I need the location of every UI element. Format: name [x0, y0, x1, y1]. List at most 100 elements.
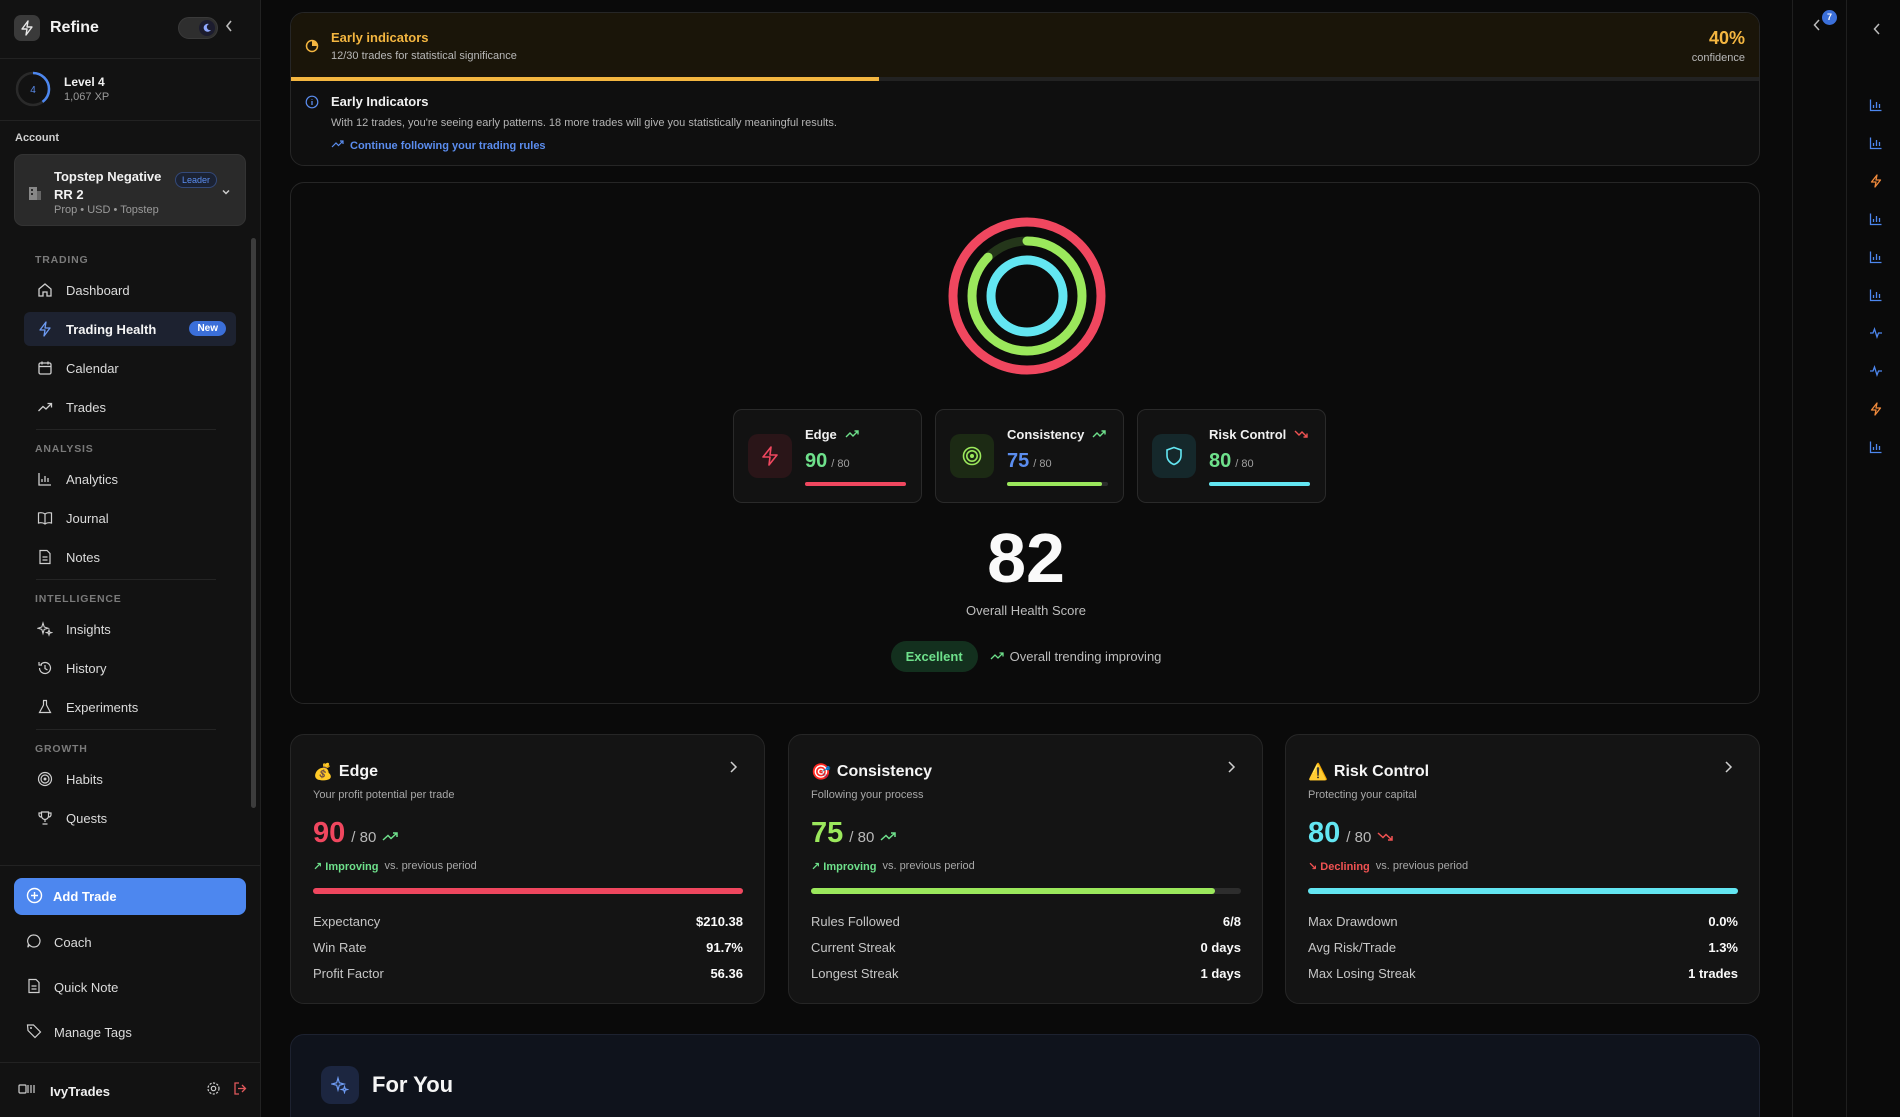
level-indicator[interactable]: 4 Level 4 1,067 XP: [14, 70, 109, 108]
overall-score-label: Overall Health Score: [966, 603, 1086, 618]
activity-icon[interactable]: [1865, 314, 1887, 352]
bar-chart-icon[interactable]: [1865, 428, 1887, 466]
stat-label: Profit Factor: [313, 966, 384, 981]
nav-item-notes[interactable]: Notes: [24, 540, 236, 574]
manage-tags-button[interactable]: Manage Tags: [26, 1023, 132, 1042]
metric-value: 80/ 80: [1209, 450, 1254, 473]
shield-icon: [1152, 434, 1196, 478]
confidence-label: confidence: [1691, 52, 1745, 64]
info-title: Early Indicators: [331, 94, 429, 109]
bolt-icon[interactable]: [1865, 390, 1887, 428]
activity-icon[interactable]: [1865, 352, 1887, 390]
nav-label: History: [66, 660, 107, 676]
confidence-value: 40%: [1708, 28, 1745, 48]
settings-gear-icon[interactable]: [206, 1081, 221, 1101]
bolt-icon: [36, 320, 54, 338]
chevron-right-icon[interactable]: [728, 760, 738, 779]
target-icon: [36, 770, 54, 788]
stat-value: $210.38: [696, 914, 743, 929]
chevron-right-icon[interactable]: [1723, 760, 1733, 779]
bar-chart-icon[interactable]: [1865, 124, 1887, 162]
stat-label: Expectancy: [313, 914, 381, 929]
nav-label: Experiments: [66, 699, 139, 715]
collapse-sidebar-icon[interactable]: [224, 18, 238, 38]
bar-chart-icon[interactable]: [1865, 86, 1887, 124]
collapse-rail-chevron-icon[interactable]: [1872, 22, 1882, 41]
nav-section-growth: GROWTH: [35, 743, 88, 755]
stat-row: Max Losing Streak 1 trades: [1308, 966, 1738, 992]
add-trade-button[interactable]: Add Trade: [14, 878, 246, 915]
level-ring: 4: [15, 71, 51, 107]
nav-item-quests[interactable]: Quests: [24, 801, 236, 835]
brand[interactable]: Refine: [14, 15, 99, 41]
user-switch-icon[interactable]: [18, 1082, 36, 1101]
bar-chart-icon[interactable]: [1865, 200, 1887, 238]
stat-value: 1 days: [1200, 966, 1241, 981]
pie-chart-icon: [305, 39, 319, 58]
metric-name: Edge: [805, 427, 859, 442]
for-you-title: For You: [372, 1072, 454, 1097]
metric-edge[interactable]: Edge 90/ 80: [733, 409, 922, 503]
detail-title: 🎯 Consistency: [811, 762, 932, 782]
theme-toggle[interactable]: [178, 17, 218, 39]
continue-rules-link[interactable]: Continue following your trading rules: [331, 139, 546, 152]
quick-note-button[interactable]: Quick Note: [26, 978, 118, 997]
chevron-right-icon[interactable]: [1226, 760, 1236, 779]
coach-button[interactable]: Coach: [26, 933, 92, 952]
logout-icon[interactable]: [233, 1081, 248, 1101]
metric-risk-control[interactable]: Risk Control 80/ 80: [1137, 409, 1326, 503]
bar-chart-icon[interactable]: [1865, 238, 1887, 276]
overall-trend: Overall trending improving: [990, 649, 1161, 664]
bolt-icon[interactable]: [1865, 162, 1887, 200]
stat-value: 1 trades: [1688, 966, 1738, 981]
detail-card-consistency[interactable]: 🎯 Consistency Following your process 75 /…: [788, 734, 1263, 1004]
stat-row: Max Drawdown 0.0%: [1308, 914, 1738, 940]
detail-title-text: Consistency: [836, 763, 933, 780]
metric-consistency[interactable]: Consistency 75/ 80: [935, 409, 1124, 503]
sidebar-scrollbar[interactable]: [251, 238, 256, 808]
nav-label: Dashboard: [66, 282, 130, 298]
nav-item-experiments[interactable]: Experiments: [24, 690, 236, 724]
detail-title: 💰 Edge: [313, 762, 378, 782]
add-trade-label: Add Trade: [53, 889, 117, 904]
indicator-header: [291, 13, 1759, 78]
info-icon: [305, 95, 319, 114]
nav-item-analytics[interactable]: Analytics: [24, 462, 236, 496]
detail-title: ⚠️ Risk Control: [1308, 762, 1429, 782]
trend-up-icon: [1092, 427, 1107, 442]
nav-item-habits[interactable]: Habits: [24, 762, 236, 796]
sidebar: Refine 4 Level 4 1,067 XP Account Topste…: [0, 0, 261, 1117]
metric-name-text: Consistency: [1007, 427, 1085, 442]
expand-panel-chevron-icon[interactable]: [1812, 18, 1822, 37]
metric-bar-fill: [1209, 482, 1310, 486]
plus-circle-icon: [26, 887, 43, 907]
nav-item-trading-health[interactable]: Trading Health New: [24, 312, 236, 346]
level-number: 4: [30, 85, 36, 96]
trend-up-icon: [880, 829, 897, 847]
metric-bar: [1007, 482, 1108, 486]
detail-title-text: Edge: [338, 763, 379, 780]
nav-item-calendar[interactable]: Calendar: [24, 351, 236, 385]
for-you-card: For You: [290, 1034, 1760, 1117]
detail-trend: ↘ Declining vs. previous period: [1308, 860, 1468, 873]
bar-chart-icon[interactable]: [1865, 276, 1887, 314]
nav-item-journal[interactable]: Journal: [24, 501, 236, 535]
info-body: With 12 trades, you're seeing early patt…: [331, 117, 837, 129]
sparkles-icon: [36, 620, 54, 638]
early-indicators-card: Early indicators 12/30 trades for statis…: [290, 12, 1760, 166]
account-selector[interactable]: Topstep Negative RR 2 Leader Prop • USD …: [14, 154, 246, 226]
detail-subtitle: Protecting your capital: [1308, 789, 1417, 801]
nav-item-trades[interactable]: Trades: [24, 390, 236, 424]
level-title: Level 4: [64, 75, 105, 89]
nav-item-dashboard[interactable]: Dashboard: [24, 273, 236, 307]
stat-label: Current Streak: [811, 940, 896, 955]
nav-item-insights[interactable]: Insights: [24, 612, 236, 646]
nav-item-history[interactable]: History: [24, 651, 236, 685]
detail-trend-label: ↗ Improving: [313, 861, 379, 873]
detail-card-risk-control[interactable]: ⚠️ Risk Control Protecting your capital 8…: [1285, 734, 1760, 1004]
divider: [0, 865, 260, 866]
detail-card-edge[interactable]: 💰 Edge Your profit potential per trade 90…: [290, 734, 765, 1004]
detail-score-denominator: / 80: [351, 829, 377, 846]
moon-icon: [199, 20, 215, 36]
nav-label: Notes: [66, 549, 100, 565]
